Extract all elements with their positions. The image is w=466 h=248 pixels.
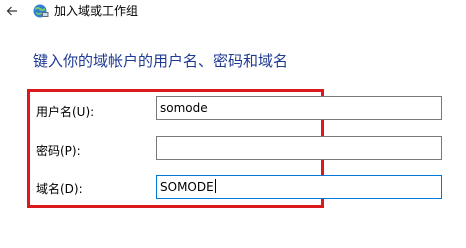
domain-label: 域名(D): bbox=[36, 182, 83, 196]
username-label: 用户名(U): bbox=[36, 105, 95, 119]
window-title: 加入域或工作组 bbox=[54, 4, 139, 18]
username-value: somode bbox=[160, 101, 208, 115]
domain-value: SOMODE bbox=[160, 180, 214, 194]
username-field[interactable]: somode bbox=[156, 96, 442, 120]
page-heading: 键入你的域帐户的用户名、密码和域名 bbox=[33, 52, 289, 70]
back-button[interactable] bbox=[4, 3, 20, 19]
domain-field[interactable]: SOMODE bbox=[156, 175, 442, 199]
password-field[interactable] bbox=[156, 136, 442, 160]
text-caret bbox=[214, 179, 216, 193]
network-globe-icon bbox=[33, 4, 49, 18]
password-label: 密码(P): bbox=[36, 144, 81, 158]
back-arrow-icon bbox=[6, 6, 17, 16]
title-bar: 加入域或工作组 bbox=[0, 0, 466, 24]
